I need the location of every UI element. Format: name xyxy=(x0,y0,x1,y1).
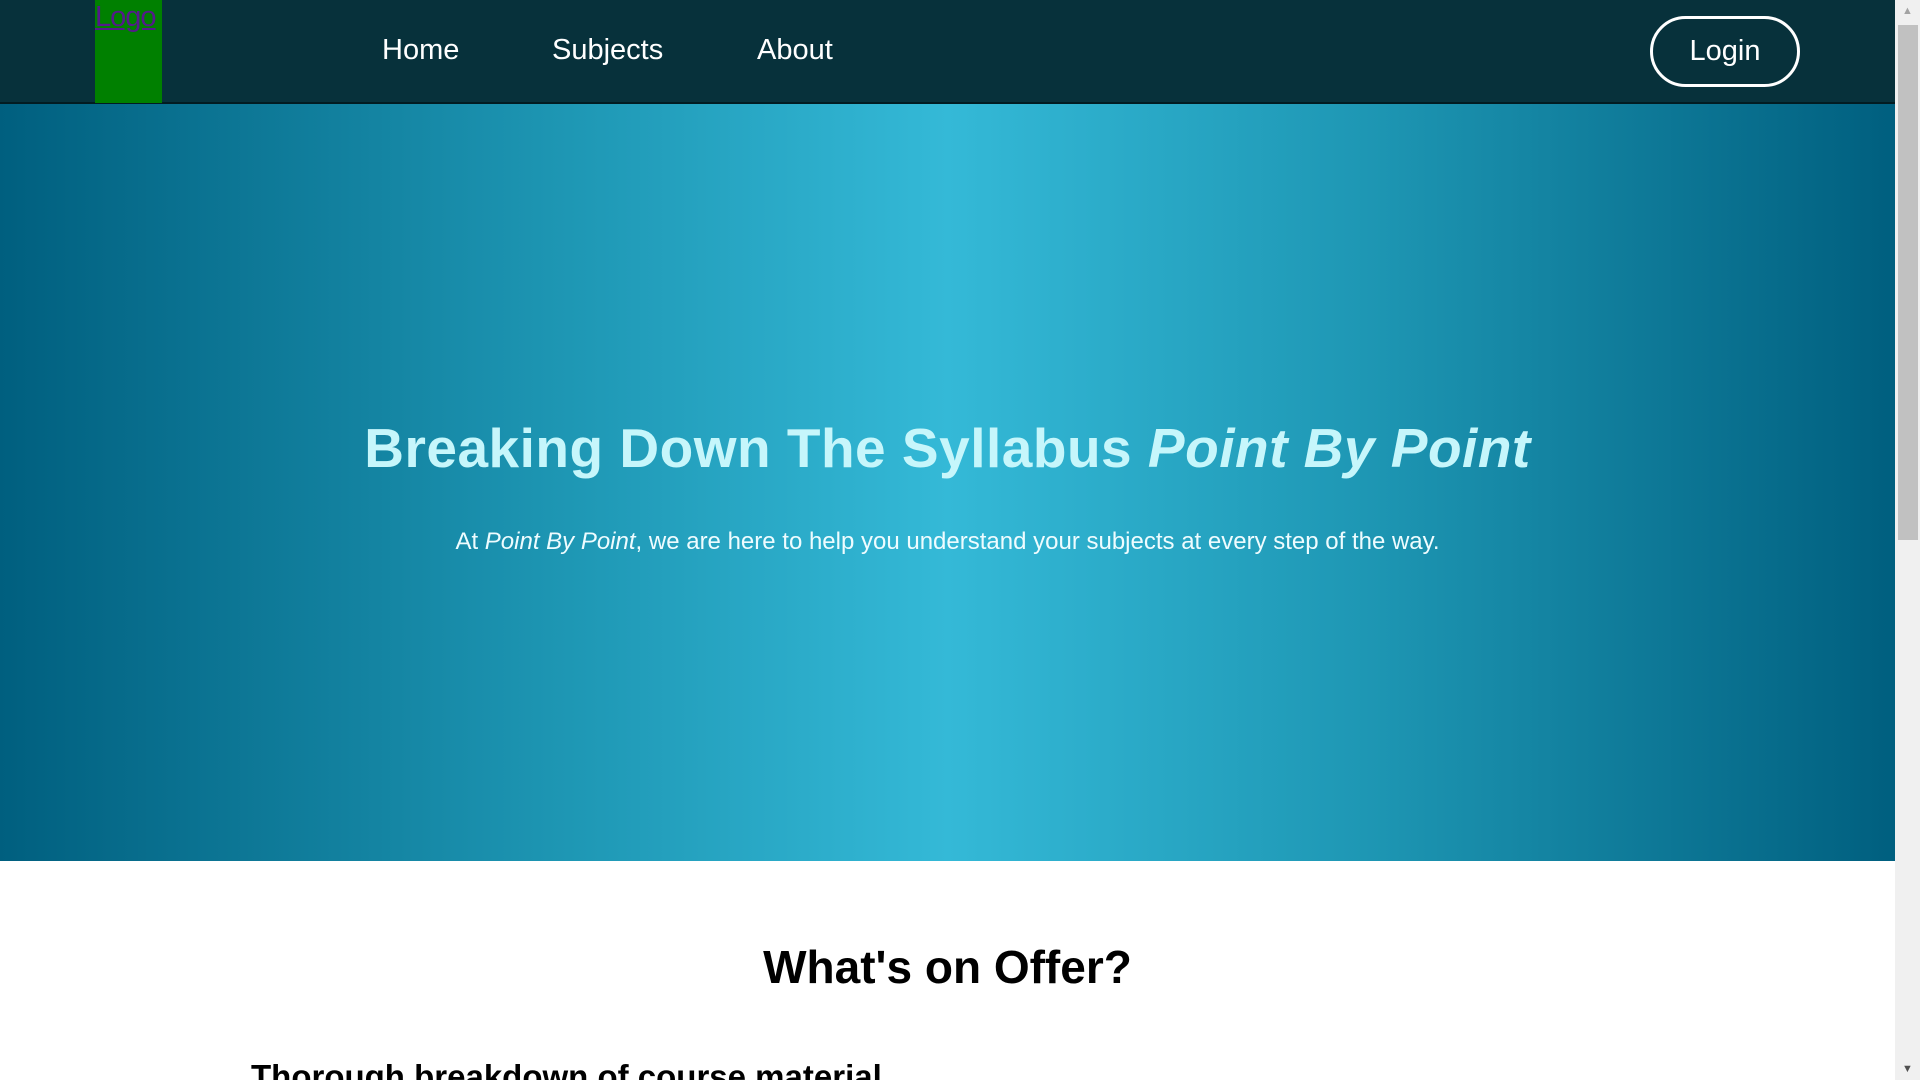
hero-section: Breaking Down The Syllabus Point By Poin… xyxy=(0,104,1895,861)
scrollbar-thumb[interactable] xyxy=(1898,25,1918,540)
nav-about[interactable]: About xyxy=(757,30,833,70)
hero-title-main: Breaking Down The Syllabus xyxy=(364,417,1148,479)
hero-sub-brand: Point By Point xyxy=(484,528,636,555)
nav-subjects[interactable]: Subjects xyxy=(552,30,663,70)
hero-sub-pre: At xyxy=(455,528,485,555)
offer-heading: What's on Offer? xyxy=(763,941,1132,993)
login-button[interactable]: Login xyxy=(1650,16,1800,87)
nav-home[interactable]: Home xyxy=(382,30,459,70)
scroll-up-icon[interactable]: ▲ xyxy=(1895,0,1920,22)
scroll-down-icon[interactable]: ▼ xyxy=(1895,1058,1920,1080)
hero-title: Breaking Down The Syllabus Point By Poin… xyxy=(0,416,1895,480)
hero-sub-post: , we are here to help you understand you… xyxy=(635,528,1440,555)
navbar: Logo Home Subjects About Login xyxy=(0,0,1895,104)
feature-heading: Thorough breakdown of course material xyxy=(251,1058,882,1080)
vertical-scrollbar[interactable]: ▲ ▼ xyxy=(1895,0,1920,1080)
hero-subtitle: At Point By Point, we are here to help y… xyxy=(0,528,1895,556)
logo-link[interactable]: Logo xyxy=(95,0,162,103)
hero-title-brand: Point By Point xyxy=(1147,417,1531,479)
page: Logo Home Subjects About Login Breaking … xyxy=(0,0,1895,1080)
